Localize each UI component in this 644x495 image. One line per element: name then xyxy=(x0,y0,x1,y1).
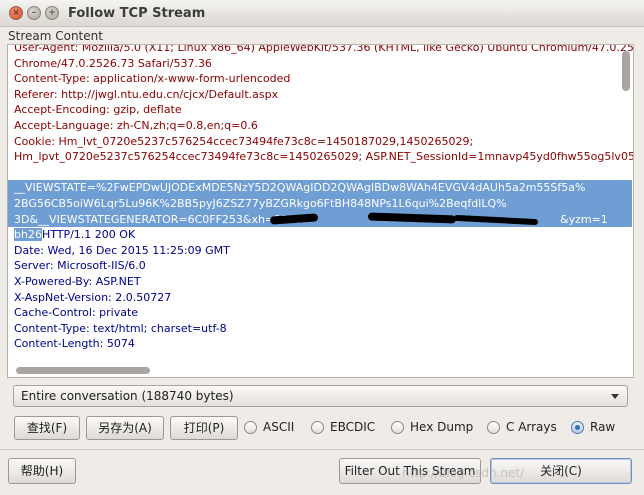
stream-line-mixed: bh26HTTP/1.1 200 OK xyxy=(14,227,614,243)
radio-label: ASCII xyxy=(263,420,295,434)
radio-circle-selected[interactable] xyxy=(571,421,584,434)
stream-line-selected: __VIEWSTATE=%2FwEPDwUJODExMDE5NzY5D2QWAg… xyxy=(8,180,632,196)
watermark-text: http://blog.csdn.net/ xyxy=(402,466,525,480)
help-button[interactable]: 帮助(H) xyxy=(8,458,76,484)
title-bar: × – + Follow TCP Stream xyxy=(0,0,644,27)
window-maximize-icon[interactable]: + xyxy=(45,6,59,20)
horizontal-scrollbar[interactable] xyxy=(10,365,620,375)
stream-line: Cache-Control: private xyxy=(14,306,139,320)
stream-line: X-Powered-By: ASP.NET xyxy=(14,274,141,288)
stream-line: Hm_lpvt_0720e5237c576254ccec73494fe73c8c… xyxy=(14,150,634,164)
radio-circle[interactable] xyxy=(391,421,404,434)
radio-circle[interactable] xyxy=(311,421,324,434)
radio-label: Hex Dump xyxy=(410,420,474,434)
radio-label: Raw xyxy=(590,420,616,434)
stream-line-tail: &yzm=1 xyxy=(560,212,608,226)
save-as-button[interactable]: 另存为(A) xyxy=(86,416,164,440)
window-title: Follow TCP Stream xyxy=(68,6,206,21)
horizontal-scrollbar-thumb[interactable] xyxy=(16,367,150,374)
stream-line: Content-Type: application/x-www-form-url… xyxy=(14,72,291,86)
window-close-icon[interactable]: × xyxy=(9,6,23,20)
stream-line-selected-part: bh26 xyxy=(14,228,42,242)
radio-circle[interactable] xyxy=(244,421,257,434)
stream-line: Referer: http://jwgl.ntu.edu.cn/cjcx/Def… xyxy=(14,87,279,101)
stream-line xyxy=(14,165,614,181)
stream-line: X-AspNet-Version: 2.0.50727 xyxy=(14,290,172,304)
stream-line: Content-Type: text/html; charset=utf-8 xyxy=(14,321,227,335)
stream-line: Cookie: Hm_lvt_0720e5237c576254ccec73494… xyxy=(14,134,474,148)
stream-line-selected: 2BG56CB5oiW6Lqr5Lu96K%2BB5pyJ6ZSZ77yBZGR… xyxy=(8,195,632,212)
stream-line: Content-Length: 5074 xyxy=(14,337,135,351)
stream-line: Accept-Encoding: gzip, deflate xyxy=(14,103,182,117)
stream-line-selected: 3D&__VIEWSTATEGENERATOR=6C0FF253&xh=1313… xyxy=(8,211,632,228)
stream-line-text: 3D&__VIEWSTATEGENERATOR=6C0FF253&xh=1313 xyxy=(14,212,303,226)
separator xyxy=(0,449,644,450)
chevron-down-icon xyxy=(611,394,619,399)
window-minimize-icon[interactable]: – xyxy=(27,6,41,20)
radio-circle[interactable] xyxy=(487,421,500,434)
stream-line-server-part: HTTP/1.1 200 OK xyxy=(41,228,136,242)
stream-line: Date: Wed, 16 Dec 2015 11:25:09 GMT xyxy=(14,243,230,257)
stream-line: Server: Microsoft-IIS/6.0 xyxy=(14,259,146,273)
radio-label: EBCDIC xyxy=(330,420,376,434)
stream-line: Accept-Language: zh-CN,zh;q=0.8,en;q=0.6 xyxy=(14,118,258,132)
stream-content-label: Stream Content xyxy=(8,29,103,43)
find-button[interactable]: 查找(F) xyxy=(14,416,80,440)
vertical-scrollbar-thumb[interactable] xyxy=(622,51,630,91)
stream-line: Chrome/47.0.2526.73 Safari/537.36 xyxy=(14,56,212,70)
stream-text[interactable]: User-Agent: Mozilla/5.0 (X11; Linux x86_… xyxy=(8,44,634,367)
radio-label: C Arrays xyxy=(506,420,557,434)
stream-text-view[interactable]: User-Agent: Mozilla/5.0 (X11; Linux x86_… xyxy=(7,44,634,378)
conversation-select[interactable]: Entire conversation (188740 bytes) xyxy=(13,385,628,407)
print-button[interactable]: 打印(P) xyxy=(170,416,238,440)
conversation-select-value: Entire conversation (188740 bytes) xyxy=(21,389,234,403)
stream-line: User-Agent: Mozilla/5.0 (X11; Linux x86_… xyxy=(14,44,634,54)
vertical-scrollbar[interactable] xyxy=(621,47,631,363)
